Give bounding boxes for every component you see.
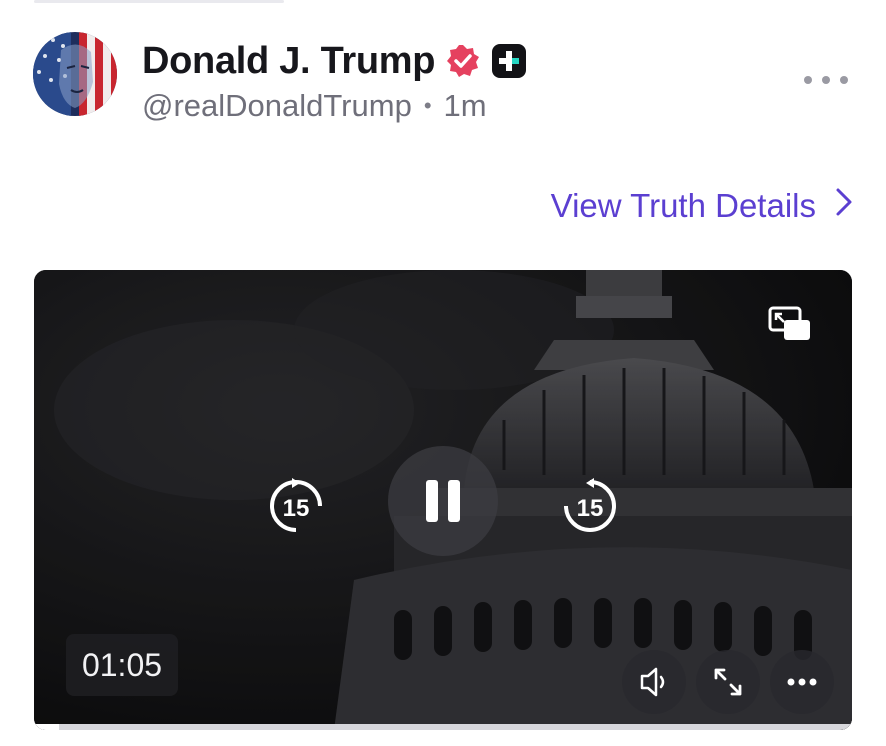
- elapsed-time: 01:05: [66, 634, 178, 696]
- author-name-row: Donald J. Trump: [142, 36, 527, 86]
- fullscreen-icon: [714, 668, 742, 696]
- pause-button[interactable]: [388, 446, 498, 556]
- forward-seconds-label: 15: [577, 495, 604, 522]
- video-player[interactable]: 15 15 01:05: [34, 270, 852, 730]
- separator-dot: •: [423, 93, 432, 118]
- view-truth-details-label: View Truth Details: [550, 187, 816, 224]
- pause-icon: [426, 480, 460, 522]
- video-more-icon: [787, 678, 817, 686]
- rewind-15-button[interactable]: 15: [264, 474, 328, 538]
- forward-15-button[interactable]: 15: [558, 474, 622, 538]
- chevron-right-icon: [834, 186, 854, 226]
- video-progress-fill: [34, 724, 59, 730]
- avatar[interactable]: [33, 32, 117, 116]
- plus-badge-icon: [491, 43, 527, 79]
- more-icon[interactable]: [804, 72, 848, 88]
- verified-badge-icon: [445, 43, 481, 79]
- video-more-button[interactable]: [770, 650, 834, 714]
- volume-icon: [640, 667, 665, 697]
- author-display-name[interactable]: Donald J. Trump: [142, 40, 436, 83]
- video-progress-bar[interactable]: [34, 724, 852, 730]
- rewind-seconds-label: 15: [283, 495, 310, 522]
- view-truth-details-link[interactable]: View Truth Details: [551, 184, 854, 228]
- fullscreen-button[interactable]: [696, 650, 760, 714]
- pip-icon[interactable]: [768, 304, 812, 344]
- volume-button[interactable]: [622, 650, 686, 714]
- author-handle[interactable]: @realDonaldTrump: [142, 88, 412, 124]
- forward-15-icon: 15: [564, 478, 616, 532]
- post-time: 1m: [443, 88, 487, 123]
- author-handle-row: @realDonaldTrump • 1m: [142, 86, 487, 126]
- top-divider: [34, 0, 284, 3]
- rewind-15-icon: 15: [270, 478, 322, 532]
